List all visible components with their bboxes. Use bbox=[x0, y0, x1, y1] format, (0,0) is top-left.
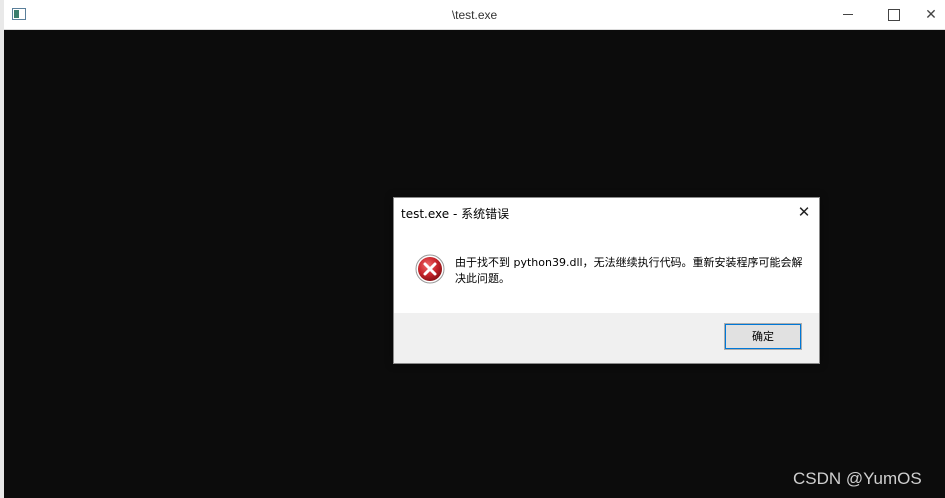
minimize-button[interactable] bbox=[825, 0, 871, 30]
dialog-close-button[interactable]: ✕ bbox=[794, 202, 814, 222]
watermark: CSDN @YumOS bbox=[793, 469, 922, 488]
minimize-icon bbox=[843, 14, 853, 15]
system-error-dialog: test.exe - 系统错误 ✕ 由于找不到 python39.dll，无法继… bbox=[393, 197, 820, 364]
console-titlebar[interactable]: \test.exe ✕ bbox=[4, 0, 945, 30]
console-window-title: \test.exe bbox=[451, 8, 498, 22]
ok-button[interactable]: 确定 bbox=[724, 323, 802, 350]
desktop: \test.exe ✕ test.exe - 系统错误 ✕ 由于找不到 pyth… bbox=[0, 0, 945, 498]
dialog-title: test.exe - 系统错误 bbox=[401, 207, 510, 221]
maximize-icon bbox=[888, 9, 900, 21]
error-icon bbox=[415, 254, 445, 284]
console-close-button[interactable]: ✕ bbox=[917, 0, 945, 30]
dialog-footer: 确定 bbox=[394, 313, 819, 363]
maximize-button[interactable] bbox=[871, 0, 917, 30]
dialog-message: 由于找不到 python39.dll，无法继续执行代码。重新安装程序可能会解决此… bbox=[455, 256, 803, 285]
